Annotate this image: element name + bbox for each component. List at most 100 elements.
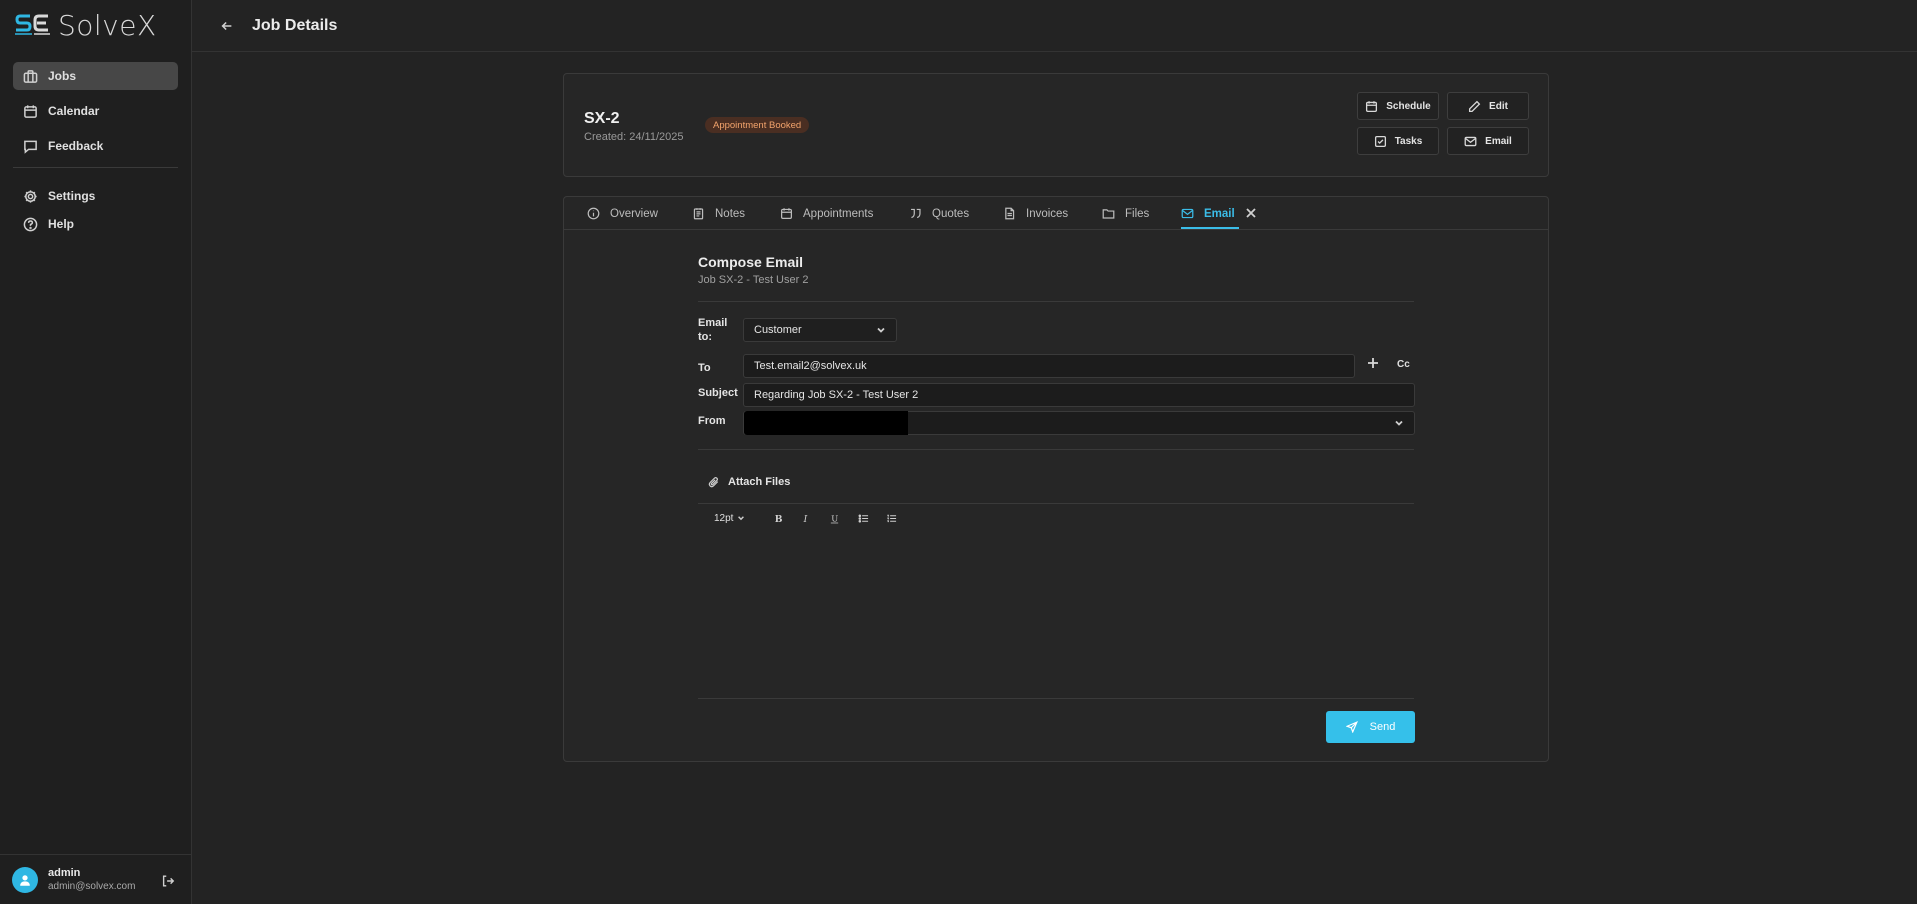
bullet-list-icon: [858, 513, 868, 523]
sidebar-secondary-nav: Settings Help: [13, 182, 178, 238]
notes-icon: [693, 208, 704, 220]
user-name: admin: [48, 867, 81, 879]
tab-appointments[interactable]: Appointments: [780, 197, 873, 230]
sidebar-divider: [13, 167, 178, 168]
briefcase-icon: [23, 69, 38, 83]
sidebar: SolveX Jobs Calendar Feedback Settings H…: [0, 0, 192, 904]
tab-label: Invoices: [1026, 207, 1069, 220]
chevron-down-icon: [1394, 418, 1404, 428]
add-recipient-button[interactable]: [1367, 357, 1381, 371]
italic-button[interactable]: I: [797, 509, 813, 527]
folder-icon: [1102, 209, 1115, 219]
user-icon: [20, 874, 30, 886]
numbered-list-icon: [886, 514, 896, 522]
bullet-list-button[interactable]: [855, 509, 871, 527]
email-body-editor[interactable]: [698, 537, 1414, 673]
logout-button[interactable]: [161, 874, 175, 888]
chevron-down-icon: [876, 325, 886, 335]
email-to-select[interactable]: Customer: [743, 318, 897, 342]
calendar-icon: [781, 208, 792, 219]
sidebar-item-jobs[interactable]: Jobs: [13, 62, 178, 90]
mail-icon: [1464, 136, 1477, 146]
email-to-label: Email to:: [698, 317, 728, 343]
svg-text:B: B: [774, 514, 782, 524]
tasks-button[interactable]: Tasks: [1357, 127, 1439, 155]
subject-input[interactable]: Regarding Job SX-2 - Test User 2: [743, 383, 1415, 407]
avatar[interactable]: [12, 866, 38, 893]
tab-label: Overview: [610, 207, 658, 220]
calendar-icon: [24, 104, 37, 118]
quote-icon: [911, 208, 921, 219]
tab-quotes[interactable]: Quotes: [909, 197, 969, 230]
close-email-tab-button[interactable]: [1245, 207, 1257, 219]
paperclip-icon: [708, 476, 719, 488]
editor-toolbar: 12pt B I U: [714, 509, 896, 527]
message-icon: [24, 140, 37, 154]
tab-files[interactable]: Files: [1102, 197, 1149, 230]
edit-button-label: Edit: [1489, 100, 1508, 112]
send-button-label: Send: [1369, 721, 1396, 733]
checkbox-icon: [1374, 135, 1386, 147]
tab-label: Notes: [715, 207, 746, 220]
job-created-date: Created: 24/11/2025: [584, 131, 684, 143]
underline-button[interactable]: U: [826, 509, 842, 527]
sidebar-item-label: Calendar: [48, 104, 100, 118]
edit-button[interactable]: Edit: [1447, 92, 1529, 120]
job-id: SX-2: [584, 110, 620, 127]
sidebar-item-label: Jobs: [48, 69, 77, 83]
calendar-icon: [1366, 100, 1378, 112]
tab-label: Appointments: [803, 207, 874, 220]
numbered-list-button[interactable]: [883, 509, 899, 527]
compose-subtitle: Job SX-2 - Test User 2: [698, 274, 809, 286]
send-button[interactable]: Send: [1326, 711, 1415, 743]
from-label: From: [698, 415, 726, 427]
tab-notes[interactable]: Notes: [692, 197, 745, 230]
solvex-logo[interactable]: SolveX: [14, 8, 157, 42]
sidebar-item-help[interactable]: Help: [13, 210, 178, 238]
status-badge: Appointment Booked: [705, 117, 810, 133]
bold-icon: B: [774, 514, 782, 524]
attach-files-label: Attach Files: [728, 476, 791, 488]
back-button[interactable]: [220, 19, 234, 33]
divider: [698, 698, 1414, 699]
pencil-icon: [1469, 100, 1481, 112]
info-icon: [587, 207, 600, 220]
to-label: To: [698, 362, 711, 374]
active-tab-indicator: [1181, 227, 1239, 229]
sidebar-nav: Jobs Calendar Feedback: [13, 62, 178, 167]
sidebar-item-label: Help: [48, 217, 75, 231]
user-email: admin@solvex.com: [48, 881, 136, 892]
divider: [698, 449, 1414, 450]
invoice-icon: [1005, 207, 1015, 220]
logo-mark-icon: [14, 10, 54, 40]
tab-label: Files: [1125, 207, 1150, 220]
sidebar-item-feedback[interactable]: Feedback: [13, 132, 178, 160]
to-value: Test.email2@solvex.uk: [754, 360, 867, 372]
divider: [698, 301, 1414, 302]
schedule-button[interactable]: Schedule: [1357, 92, 1439, 120]
to-input[interactable]: Test.email2@solvex.uk: [743, 354, 1355, 378]
sidebar-item-label: Settings: [48, 189, 96, 203]
tab-label: Quotes: [932, 207, 970, 220]
job-summary-card: SX-2 Created: 24/11/2025 Appointment Boo…: [563, 73, 1549, 177]
tab-email[interactable]: Email: [1181, 197, 1235, 230]
from-select[interactable]: [743, 411, 1415, 435]
sidebar-item-settings[interactable]: Settings: [13, 182, 178, 210]
plus-icon: [1368, 358, 1378, 368]
tab-invoices[interactable]: Invoices: [1003, 197, 1068, 230]
email-button[interactable]: Email: [1447, 127, 1529, 155]
close-icon: [1246, 208, 1256, 218]
tab-label: Email: [1204, 207, 1235, 220]
subject-value: Regarding Job SX-2 - Test User 2: [754, 389, 919, 401]
schedule-button-label: Schedule: [1386, 100, 1431, 112]
tab-bar: Overview Notes Appointments Quotes Invoi…: [564, 197, 1548, 230]
bold-button[interactable]: B: [769, 509, 785, 527]
attach-files-button[interactable]: Attach Files: [708, 476, 790, 488]
font-size-select[interactable]: 12pt: [714, 513, 745, 524]
cc-button[interactable]: Cc: [1397, 359, 1410, 370]
tab-overview[interactable]: Overview: [587, 197, 658, 230]
sidebar-item-calendar[interactable]: Calendar: [13, 97, 178, 125]
page-header: Job Details: [192, 0, 1917, 52]
logout-icon: [162, 875, 175, 887]
page-title: Job Details: [252, 16, 338, 34]
